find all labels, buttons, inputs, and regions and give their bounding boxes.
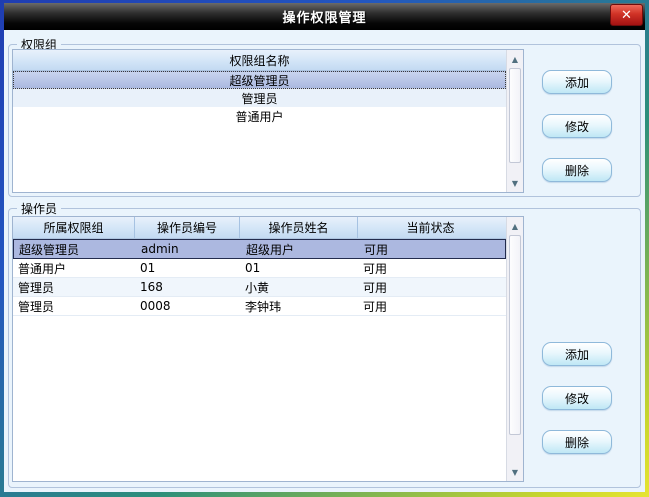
- permission-group-list[interactable]: 权限组名称 超级管理员 管理员 普通用户 ▲ ▼: [12, 49, 524, 193]
- permission-delete-button[interactable]: 删除: [542, 158, 612, 182]
- permission-group-box: 权限组 权限组名称 超级管理员 管理员 普通用户 ▲ ▼ 添加 修改 删除: [8, 44, 641, 197]
- operator-delete-button[interactable]: 删除: [542, 430, 612, 454]
- cell-name: 李钟玮: [240, 298, 358, 315]
- column-header-name[interactable]: 操作员姓名: [240, 217, 358, 238]
- title-bar[interactable]: 操作权限管理 ✕: [4, 3, 645, 30]
- operator-group-legend: 操作员: [17, 200, 61, 217]
- operator-table-header: 所属权限组 操作员编号 操作员姓名 当前状态: [13, 217, 506, 239]
- column-header-id[interactable]: 操作员编号: [135, 217, 240, 238]
- table-row[interactable]: 普通用户 01 01 可用: [13, 259, 506, 278]
- cell-name: 01: [240, 261, 358, 275]
- operator-table-scrollbar[interactable]: ▲ ▼: [506, 217, 523, 481]
- column-header-status[interactable]: 当前状态: [358, 217, 503, 238]
- dialog-window: 操作权限管理 ✕ 权限组 权限组名称 超级管理员 管理员 普通用户 ▲ ▼: [0, 0, 649, 497]
- cell-status: 可用: [359, 241, 504, 258]
- scroll-down-icon[interactable]: ▼: [507, 175, 523, 191]
- cell-id: 01: [135, 261, 240, 275]
- window-title: 操作权限管理: [282, 7, 366, 26]
- list-item[interactable]: 超级管理员: [13, 71, 506, 89]
- operator-group-box: 操作员 所属权限组 操作员编号 操作员姓名 当前状态 超级管理员 admin 超…: [8, 208, 641, 488]
- cell-group: 超级管理员: [14, 241, 136, 258]
- cell-group: 普通用户: [13, 260, 135, 277]
- scroll-up-icon[interactable]: ▲: [507, 218, 523, 234]
- permission-group-list-content: 权限组名称 超级管理员 管理员 普通用户: [13, 50, 506, 192]
- cell-group: 管理员: [13, 279, 135, 296]
- permission-modify-button[interactable]: 修改: [542, 114, 612, 138]
- cell-group: 管理员: [13, 298, 135, 315]
- table-row[interactable]: 超级管理员 admin 超级用户 可用: [13, 239, 506, 259]
- permission-add-button[interactable]: 添加: [542, 70, 612, 94]
- operator-modify-button[interactable]: 修改: [542, 386, 612, 410]
- operator-add-button[interactable]: 添加: [542, 342, 612, 366]
- list-item[interactable]: 管理员: [13, 89, 506, 107]
- permission-list-scrollbar[interactable]: ▲ ▼: [506, 50, 523, 192]
- close-icon: ✕: [621, 9, 632, 22]
- close-button[interactable]: ✕: [610, 4, 643, 26]
- cell-id: 168: [135, 280, 240, 294]
- scroll-up-icon[interactable]: ▲: [507, 51, 523, 67]
- operator-table[interactable]: 所属权限组 操作员编号 操作员姓名 当前状态 超级管理员 admin 超级用户 …: [12, 216, 524, 482]
- scrollbar-thumb[interactable]: [509, 235, 521, 435]
- dialog-client-area: 权限组 权限组名称 超级管理员 管理员 普通用户 ▲ ▼ 添加 修改 删除: [4, 30, 645, 492]
- scrollbar-thumb[interactable]: [509, 68, 521, 163]
- cell-id: 0008: [135, 299, 240, 313]
- permission-list-column-header: 权限组名称: [13, 50, 506, 71]
- cell-status: 可用: [358, 260, 503, 277]
- cell-status: 可用: [358, 279, 503, 296]
- cell-status: 可用: [358, 298, 503, 315]
- cell-name: 小黄: [240, 279, 358, 296]
- scroll-down-icon[interactable]: ▼: [507, 464, 523, 480]
- table-row[interactable]: 管理员 0008 李钟玮 可用: [13, 297, 506, 316]
- cell-id: admin: [136, 242, 241, 256]
- list-item[interactable]: 普通用户: [13, 107, 506, 125]
- cell-name: 超级用户: [241, 241, 359, 258]
- table-row[interactable]: 管理员 168 小黄 可用: [13, 278, 506, 297]
- column-header-group[interactable]: 所属权限组: [13, 217, 135, 238]
- operator-table-content: 所属权限组 操作员编号 操作员姓名 当前状态 超级管理员 admin 超级用户 …: [13, 217, 506, 481]
